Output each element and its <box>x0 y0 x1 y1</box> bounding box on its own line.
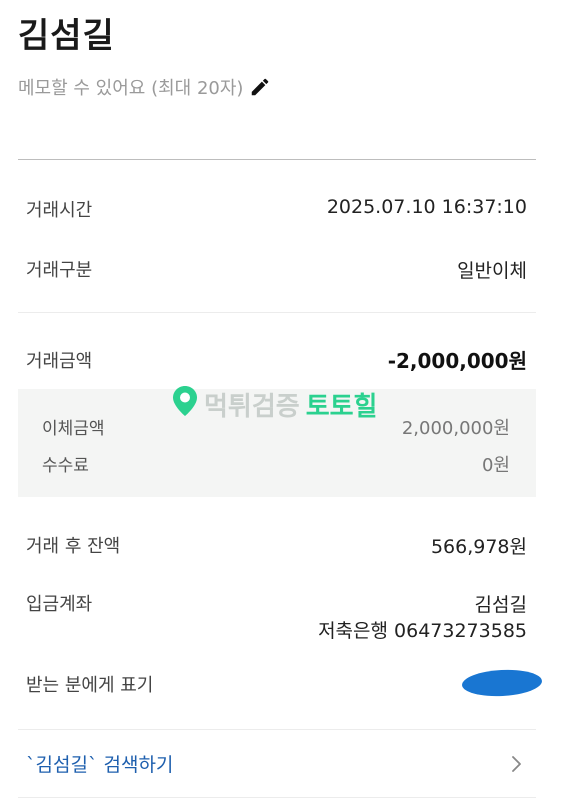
transfer-amount-label: 이체금액 <box>42 419 105 439</box>
watermark-green-text: 토토힐 <box>305 392 378 422</box>
deposit-account-label: 입금계좌 <box>26 594 93 615</box>
balance-after-label: 거래 후 잔액 <box>26 536 121 557</box>
search-recipient-link[interactable]: `김섬길` 검색하기 <box>26 750 173 777</box>
recipient-display-label: 받는 분에게 표기 <box>26 675 154 696</box>
map-pin-icon <box>172 385 198 424</box>
recipient-name-title: 김섬길 <box>18 16 115 56</box>
redaction-mark <box>461 667 543 699</box>
row-divider <box>18 312 536 313</box>
transaction-time-value: 2025.07.10 16:37:10 <box>326 196 527 218</box>
transaction-time-label: 거래시간 <box>26 200 93 221</box>
pencil-icon[interactable] <box>249 76 271 98</box>
row-divider <box>18 797 536 798</box>
watermark-gray-text: 먹튀검증 <box>204 392 300 422</box>
balance-after-value: 566,978원 <box>430 536 527 558</box>
memo-placeholder: 메모할 수 있어요 (최대 20자) <box>18 78 244 99</box>
section-divider <box>18 159 536 160</box>
deposit-account-holder: 김섬길 <box>474 594 527 616</box>
transaction-type-value: 일반이체 <box>457 260 527 282</box>
transaction-type-label: 거래구분 <box>26 260 93 281</box>
fee-value: 0원 <box>481 455 510 476</box>
fee-label: 수수료 <box>42 456 89 476</box>
transaction-amount-value: -2,000,000원 <box>387 349 527 373</box>
memo-field[interactable]: 메모할 수 있어요 (최대 20자) <box>18 74 271 100</box>
deposit-account-number: 저축은행 06473273585 <box>318 620 527 642</box>
transfer-amount-value: 2,000,000원 <box>401 418 510 439</box>
transaction-amount-label: 거래금액 <box>26 351 93 372</box>
row-divider <box>18 729 536 730</box>
watermark: 먹튀검증 토토힐 <box>172 385 377 424</box>
chevron-right-icon[interactable] <box>510 754 524 774</box>
